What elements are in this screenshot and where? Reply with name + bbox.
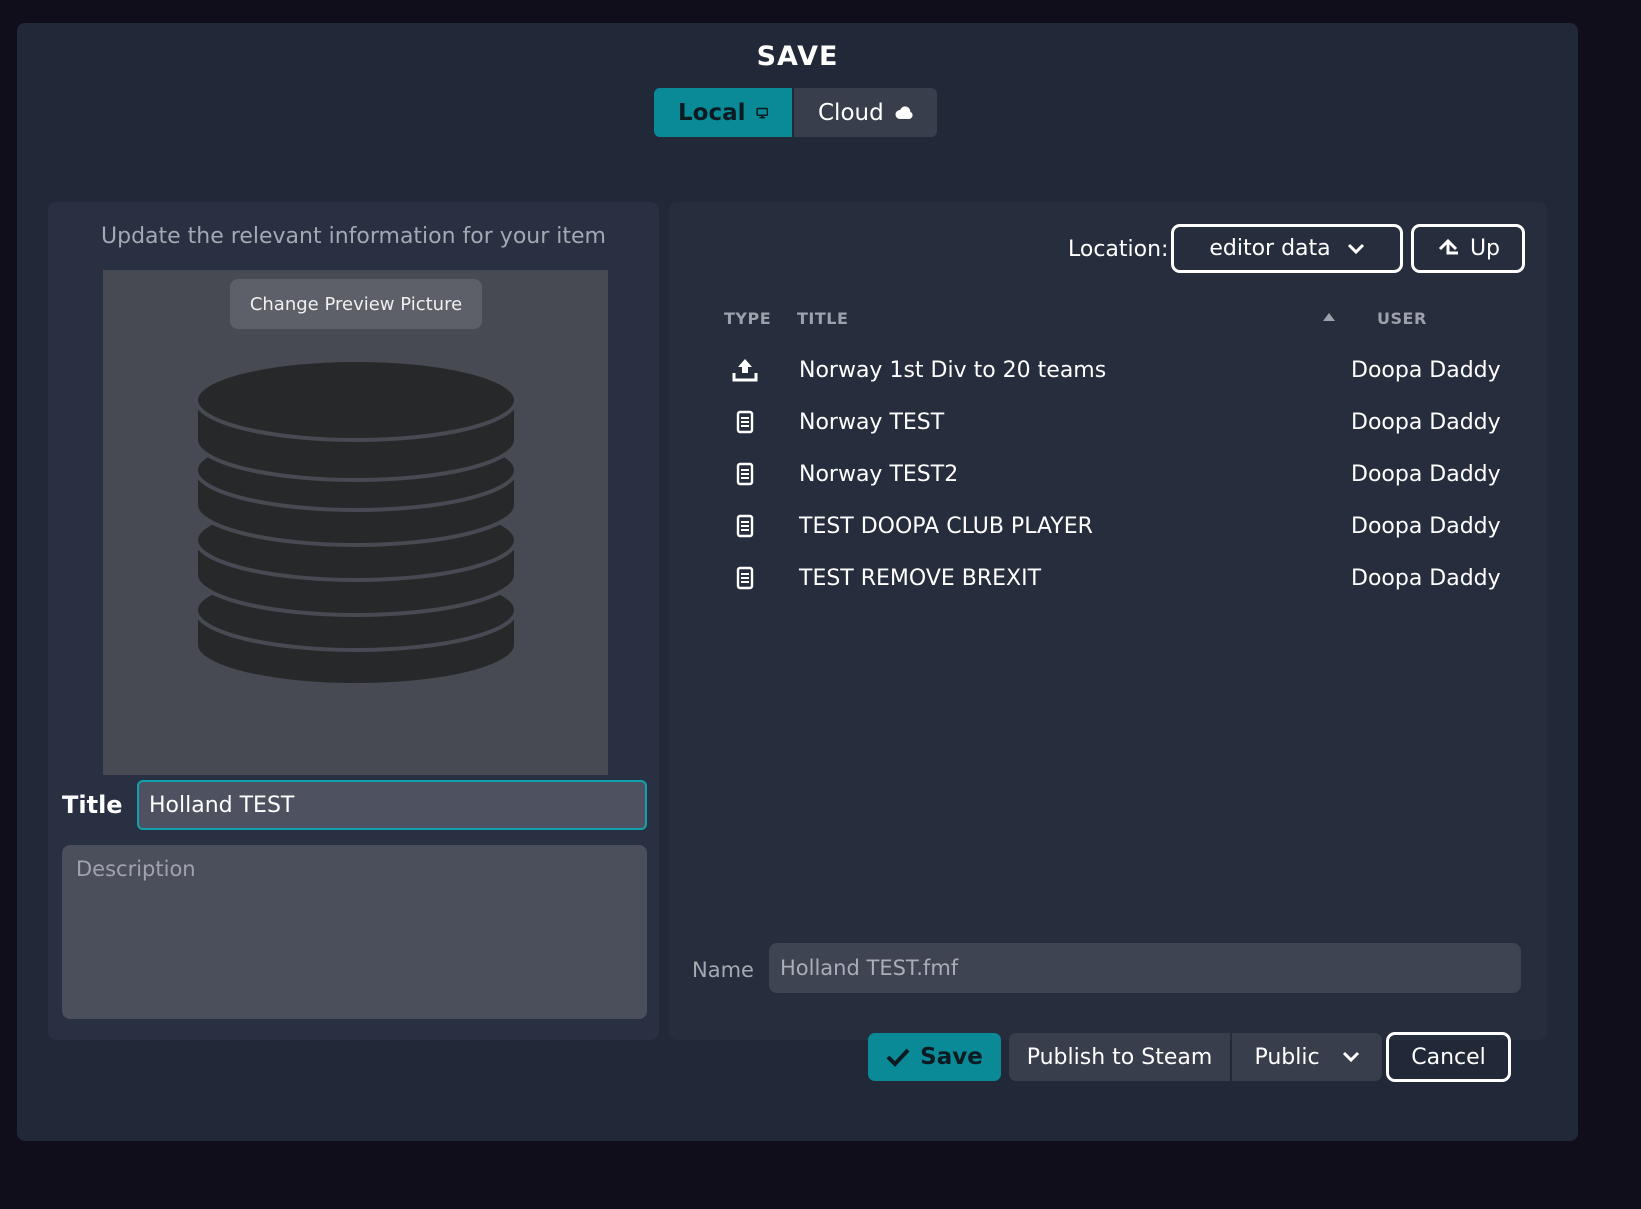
column-header-title[interactable]: TITLE — [797, 309, 848, 328]
file-title: TEST DOOPA CLUB PLAYER — [799, 513, 1093, 539]
file-user: Doopa Daddy — [1351, 461, 1501, 487]
visibility-dropdown[interactable]: Public — [1232, 1033, 1382, 1081]
arrow-up-icon — [1438, 238, 1458, 254]
file-user: Doopa Daddy — [1351, 513, 1501, 539]
file-user: Doopa Daddy — [1351, 409, 1501, 435]
file-row[interactable]: TEST REMOVE BREXIT Doopa Daddy — [711, 552, 1521, 604]
checkmark-icon — [886, 1048, 910, 1067]
chevron-down-icon — [1342, 1051, 1359, 1063]
location-dropdown[interactable]: editor data — [1171, 224, 1403, 273]
publish-to-steam-button[interactable]: Publish to Steam — [1009, 1033, 1230, 1081]
file-row[interactable]: Norway 1st Div to 20 teams Doopa Daddy — [711, 344, 1521, 396]
title-input[interactable] — [137, 780, 647, 830]
cloud-icon — [895, 105, 913, 119]
column-header-user[interactable]: USER — [1377, 309, 1427, 328]
file-title: Norway TEST2 — [799, 461, 959, 487]
file-user: Doopa Daddy — [1351, 565, 1501, 591]
storage-tabs: Local Cloud — [654, 88, 937, 137]
location-value: editor data — [1209, 236, 1331, 261]
up-button[interactable]: Up — [1411, 224, 1525, 273]
file-row[interactable]: Norway TEST Doopa Daddy — [711, 396, 1521, 448]
file-user: Doopa Daddy — [1351, 357, 1501, 383]
name-label: Name — [692, 958, 754, 982]
document-icon — [736, 514, 754, 538]
up-label: Up — [1469, 236, 1501, 261]
title-label: Title — [62, 791, 123, 819]
file-browser-panel: Location: editor data Up TYPE TITLE USER — [669, 202, 1547, 1040]
file-row[interactable]: Norway TEST2 Doopa Daddy — [711, 448, 1521, 500]
chevron-down-icon — [1347, 243, 1364, 254]
save-label: Save — [920, 1044, 983, 1070]
file-title: TEST REMOVE BREXIT — [799, 565, 1042, 591]
item-info-panel: Update the relevant information for your… — [48, 202, 659, 1040]
description-field[interactable] — [62, 845, 647, 1019]
upload-icon — [732, 359, 758, 382]
file-title: Norway TEST — [799, 409, 945, 435]
preview-picture: Change Preview Picture — [103, 270, 608, 775]
file-name-input[interactable] — [769, 943, 1521, 993]
document-icon — [736, 410, 754, 434]
save-button[interactable]: Save — [868, 1033, 1001, 1081]
column-header-type[interactable]: TYPE — [724, 309, 771, 328]
info-hint: Update the relevant information for your… — [101, 224, 606, 249]
tab-cloud-label: Cloud — [818, 99, 884, 126]
file-list: Norway 1st Div to 20 teams Doopa Daddy N… — [711, 344, 1521, 604]
location-label: Location: — [1068, 237, 1169, 262]
tab-local[interactable]: Local — [654, 88, 792, 137]
monitor-icon — [755, 107, 768, 118]
sort-ascending-icon — [1323, 313, 1335, 321]
dialog-title: SAVE — [756, 41, 839, 72]
tab-cloud[interactable]: Cloud — [794, 88, 937, 137]
visibility-value: Public — [1254, 1044, 1320, 1070]
tab-local-label: Local — [678, 99, 746, 126]
document-icon — [736, 566, 754, 590]
document-icon — [736, 462, 754, 486]
save-dialog: SAVE Local Cloud Update the relevant inf… — [17, 23, 1578, 1141]
change-preview-picture-button[interactable]: Change Preview Picture — [230, 279, 482, 329]
file-title: Norway 1st Div to 20 teams — [799, 357, 1107, 383]
cancel-button[interactable]: Cancel — [1386, 1032, 1511, 1082]
database-icon — [194, 358, 518, 687]
file-row[interactable]: TEST DOOPA CLUB PLAYER Doopa Daddy — [711, 500, 1521, 552]
